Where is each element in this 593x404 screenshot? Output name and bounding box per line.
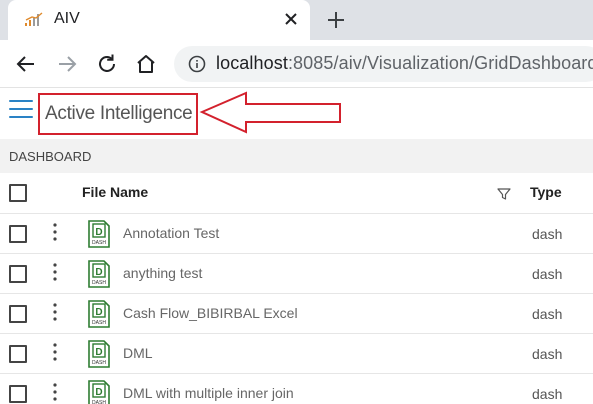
- svg-text:DASH: DASH: [92, 280, 106, 286]
- more-options-icon[interactable]: [50, 262, 60, 284]
- url-path: :8085/aiv/Visualization/GridDashboard: [287, 53, 593, 73]
- app-brand-title: Active Intelligence: [45, 103, 193, 124]
- browser-tab-strip: AIV: [0, 0, 593, 40]
- column-header-type[interactable]: Type: [530, 184, 562, 200]
- dashboard-file-icon: D DASH: [88, 220, 110, 248]
- more-options-icon[interactable]: [50, 222, 60, 244]
- annotation-arrow-icon: [199, 91, 341, 134]
- svg-text:D: D: [95, 227, 102, 238]
- new-tab-plus-icon[interactable]: [324, 8, 348, 32]
- more-options-icon[interactable]: [50, 302, 60, 324]
- svg-text:DASH: DASH: [92, 240, 106, 246]
- dashboard-file-icon: D DASH: [88, 380, 110, 404]
- forward-arrow-icon[interactable]: [55, 52, 79, 76]
- file-name-link[interactable]: DML: [123, 345, 153, 361]
- svg-text:D: D: [95, 387, 102, 398]
- table-row[interactable]: D DASH Cash Flow_BIBIRBAL Excel dash: [0, 293, 593, 333]
- select-all-checkbox[interactable]: [9, 184, 27, 202]
- column-header-file-name[interactable]: File Name: [82, 184, 148, 200]
- browser-toolbar: localhost:8085/aiv/Visualization/GridDas…: [0, 40, 593, 88]
- reload-icon[interactable]: [95, 52, 119, 76]
- url-text[interactable]: localhost:8085/aiv/Visualization/GridDas…: [216, 53, 593, 74]
- svg-text:DASH: DASH: [92, 360, 106, 366]
- svg-text:DASH: DASH: [92, 320, 106, 326]
- file-name-link[interactable]: Annotation Test: [123, 225, 219, 241]
- dashboard-file-icon: D DASH: [88, 260, 110, 288]
- hamburger-menu-icon[interactable]: [9, 100, 33, 122]
- file-name-link[interactable]: Cash Flow_BIBIRBAL Excel: [123, 305, 298, 321]
- aiv-favicon-icon: [25, 12, 43, 26]
- back-arrow-icon[interactable]: [14, 52, 38, 76]
- file-type: dash: [532, 266, 563, 282]
- dashboard-section-bar: DASHBOARD: [0, 139, 593, 173]
- more-options-icon[interactable]: [50, 342, 60, 364]
- tab-title: AIV: [54, 10, 80, 27]
- svg-text:D: D: [95, 347, 102, 358]
- table-row[interactable]: D DASH DML dash: [0, 333, 593, 373]
- table-header: File Name Type: [0, 173, 593, 213]
- app-header: Active Intelligence: [0, 89, 593, 139]
- file-type: dash: [532, 386, 563, 402]
- file-type: dash: [532, 346, 563, 362]
- address-bar[interactable]: localhost:8085/aiv/Visualization/GridDas…: [174, 46, 593, 82]
- section-title: DASHBOARD: [9, 149, 92, 164]
- table-row[interactable]: D DASH DML with multiple inner join dash: [0, 373, 593, 404]
- close-tab-icon[interactable]: [280, 8, 302, 30]
- info-icon[interactable]: [188, 55, 206, 73]
- file-name-link[interactable]: anything test: [123, 265, 202, 281]
- file-name-link[interactable]: DML with multiple inner join: [123, 385, 294, 401]
- filter-icon[interactable]: [496, 186, 512, 202]
- file-type: dash: [532, 226, 563, 242]
- svg-text:DASH: DASH: [92, 400, 106, 404]
- row-checkbox[interactable]: [9, 305, 27, 323]
- dashboard-file-icon: D DASH: [88, 300, 110, 328]
- file-type: dash: [532, 306, 563, 322]
- row-checkbox[interactable]: [9, 225, 27, 243]
- row-checkbox[interactable]: [9, 385, 27, 403]
- svg-text:D: D: [95, 307, 102, 318]
- brand-highlight-box: Active Intelligence: [38, 93, 198, 135]
- row-checkbox[interactable]: [9, 345, 27, 363]
- browser-tab[interactable]: AIV: [8, 0, 310, 40]
- table-row[interactable]: D DASH Annotation Test dash: [0, 213, 593, 253]
- home-icon[interactable]: [134, 52, 158, 76]
- url-host: localhost: [216, 53, 288, 73]
- more-options-icon[interactable]: [50, 382, 60, 404]
- table-row[interactable]: D DASH anything test dash: [0, 253, 593, 293]
- dashboard-file-icon: D DASH: [88, 340, 110, 368]
- row-checkbox[interactable]: [9, 265, 27, 283]
- svg-text:D: D: [95, 267, 102, 278]
